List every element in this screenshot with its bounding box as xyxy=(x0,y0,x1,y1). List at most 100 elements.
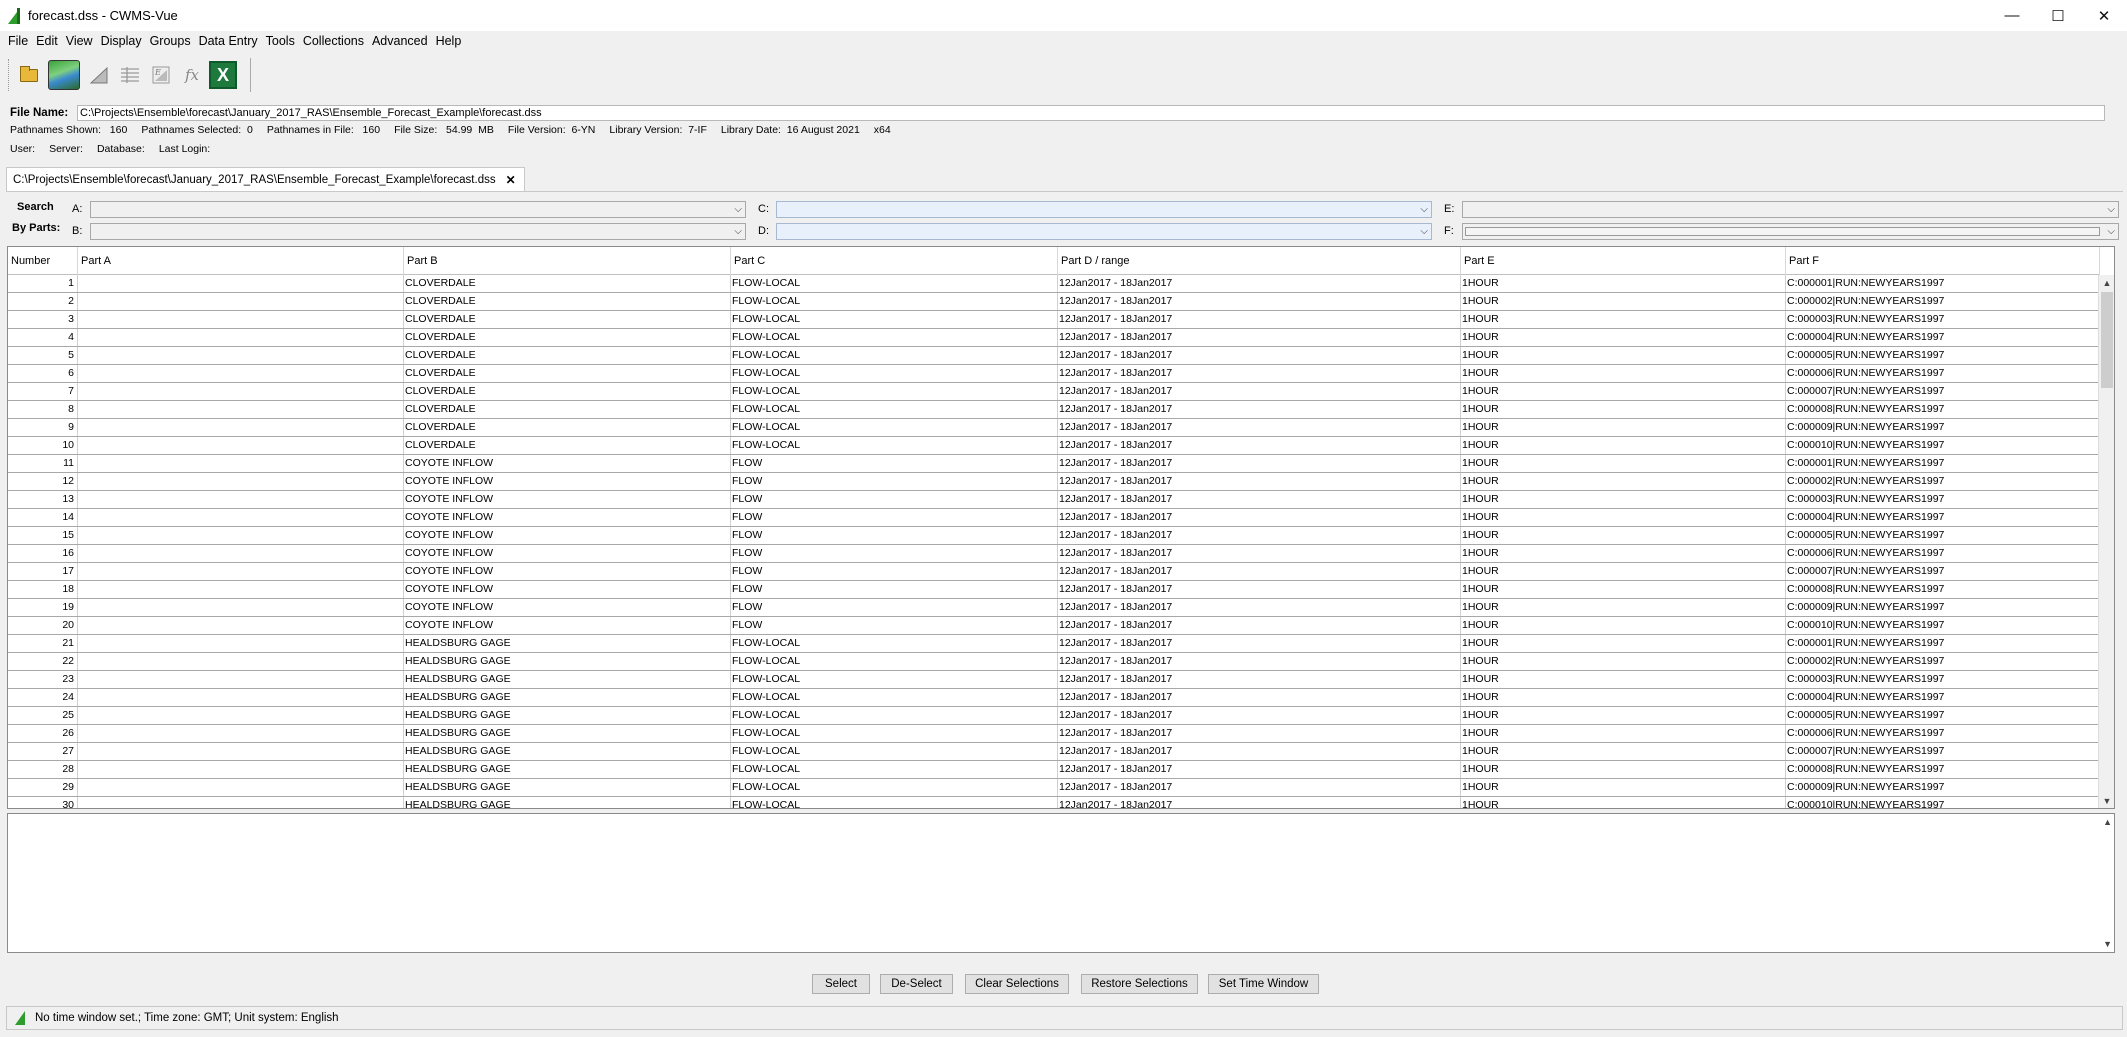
table-row[interactable]: 11 COYOTE INFLOW FLOW 12Jan2017 - 18Jan2017… xyxy=(8,455,2100,473)
table-row[interactable]: 26 HEALDSBURG GAGE FLOW-LOCAL 12Jan2017 - 1… xyxy=(8,725,2100,743)
scroll-up-icon[interactable]: ▲ xyxy=(2103,817,2112,827)
table-row[interactable]: 20 COYOTE INFLOW FLOW 12Jan2017 - 18Jan2017… xyxy=(8,617,2100,635)
table-row[interactable]: 18 COYOTE INFLOW FLOW 12Jan2017 - 18Jan2017… xyxy=(8,581,2100,599)
cell-part-a xyxy=(78,527,404,544)
chevron-down-icon: ⌵ xyxy=(1420,204,1428,215)
scroll-down-icon[interactable]: ▼ xyxy=(2103,939,2112,949)
table-row[interactable]: 17 COYOTE INFLOW FLOW 12Jan2017 - 18Jan2017… xyxy=(8,563,2100,581)
scroll-up-icon[interactable]: ▲ xyxy=(2099,275,2114,291)
menu-groups[interactable]: Groups xyxy=(146,34,195,48)
column-header-part-d[interactable]: Part D / range xyxy=(1058,247,1461,275)
table-row[interactable]: 4 CLOVERDALE FLOW-LOCAL 12Jan2017 - 18Jan20… xyxy=(8,329,2100,347)
table-row[interactable]: 22 HEALDSBURG GAGE FLOW-LOCAL 12Jan2017 - 1… xyxy=(8,653,2100,671)
select-button[interactable]: Select xyxy=(812,974,870,994)
menu-file[interactable]: File xyxy=(4,34,32,48)
chevron-down-icon: ⌵ xyxy=(2107,204,2115,215)
close-tab-icon[interactable]: ✕ xyxy=(506,173,516,187)
close-icon[interactable]: ✕ xyxy=(2081,0,2127,31)
server-label: Server: xyxy=(49,143,83,155)
cell-part-e: 1HOUR xyxy=(1461,437,1786,454)
maximize-icon[interactable]: ☐ xyxy=(2035,0,2081,31)
table-row[interactable]: 9 CLOVERDALE FLOW-LOCAL 12Jan2017 - 18Jan20… xyxy=(8,419,2100,437)
part-f-combo[interactable]: ⌵ xyxy=(1462,223,2119,240)
table-row[interactable]: 25 HEALDSBURG GAGE FLOW-LOCAL 12Jan2017 - 1… xyxy=(8,707,2100,725)
toolbar-grip[interactable] xyxy=(8,59,11,91)
table-row[interactable]: 12 COYOTE INFLOW FLOW 12Jan2017 - 18Jan2017… xyxy=(8,473,2100,491)
table-scrollbar[interactable]: ▲ ▼ xyxy=(2098,275,2114,808)
table-row[interactable]: 16 COYOTE INFLOW FLOW 12Jan2017 - 18Jan2017… xyxy=(8,545,2100,563)
cell-part-d: 12Jan2017 - 18Jan2017 xyxy=(1058,563,1461,580)
menu-collections[interactable]: Collections xyxy=(299,34,368,48)
part-a-combo[interactable]: ⌵ xyxy=(90,201,746,218)
math-button[interactable]: E xyxy=(147,59,175,91)
math-icon: E xyxy=(152,66,170,84)
column-header-part-a[interactable]: Part A xyxy=(78,247,404,275)
table-row[interactable]: 28 HEALDSBURG GAGE FLOW-LOCAL 12Jan2017 - 1… xyxy=(8,761,2100,779)
table-row[interactable]: 1 CLOVERDALE FLOW-LOCAL 12Jan2017 - 18Jan20… xyxy=(8,275,2100,293)
cell-part-f: C:000002|RUN:NEWYEARS1997 xyxy=(1786,293,2100,310)
table-row[interactable]: 23 HEALDSBURG GAGE FLOW-LOCAL 12Jan2017 - 1… xyxy=(8,671,2100,689)
set-time-window-button[interactable]: Set Time Window xyxy=(1208,974,1319,994)
column-header-part-b[interactable]: Part B xyxy=(404,247,731,275)
menu-advanced[interactable]: Advanced xyxy=(368,34,432,48)
table-row[interactable]: 7 CLOVERDALE FLOW-LOCAL 12Jan2017 - 18Jan20… xyxy=(8,383,2100,401)
open-file-button[interactable] xyxy=(15,59,43,91)
cell-part-c: FLOW-LOCAL xyxy=(731,329,1058,346)
excel-button[interactable]: X xyxy=(209,59,237,91)
table-row[interactable]: 30 HEALDSBURG GAGE FLOW-LOCAL 12Jan2017 - 1… xyxy=(8,797,2100,808)
column-header-number[interactable]: Number xyxy=(8,247,78,275)
table-row[interactable]: 13 COYOTE INFLOW FLOW 12Jan2017 - 18Jan2017… xyxy=(8,491,2100,509)
table-row[interactable]: 10 CLOVERDALE FLOW-LOCAL 12Jan2017 - 18Jan2… xyxy=(8,437,2100,455)
table-row[interactable]: 5 CLOVERDALE FLOW-LOCAL 12Jan2017 - 18Jan20… xyxy=(8,347,2100,365)
table-row[interactable]: 15 COYOTE INFLOW FLOW 12Jan2017 - 18Jan2017… xyxy=(8,527,2100,545)
part-e-combo[interactable]: ⌵ xyxy=(1462,201,2119,218)
table-row[interactable]: 2 CLOVERDALE FLOW-LOCAL 12Jan2017 - 18Jan20… xyxy=(8,293,2100,311)
cell-part-e: 1HOUR xyxy=(1461,599,1786,616)
table-row[interactable]: 3 CLOVERDALE FLOW-LOCAL 12Jan2017 - 18Jan20… xyxy=(8,311,2100,329)
menu-view[interactable]: View xyxy=(62,34,97,48)
column-header-part-e[interactable]: Part E xyxy=(1461,247,1786,275)
part-d-combo[interactable]: ⌵ xyxy=(776,223,1432,240)
menu-display[interactable]: Display xyxy=(97,34,146,48)
table-row[interactable]: 27 HEALDSBURG GAGE FLOW-LOCAL 12Jan2017 - 1… xyxy=(8,743,2100,761)
map-button[interactable] xyxy=(46,59,82,91)
table-row[interactable]: 21 HEALDSBURG GAGE FLOW-LOCAL 12Jan2017 - 1… xyxy=(8,635,2100,653)
table-row[interactable]: 19 COYOTE INFLOW FLOW 12Jan2017 - 18Jan2017… xyxy=(8,599,2100,617)
cell-part-f: C:000008|RUN:NEWYEARS1997 xyxy=(1786,581,2100,598)
cell-part-c: FLOW-LOCAL xyxy=(731,671,1058,688)
table-row[interactable]: 29 HEALDSBURG GAGE FLOW-LOCAL 12Jan2017 - 1… xyxy=(8,779,2100,797)
cell-part-a xyxy=(78,401,404,418)
table-row[interactable]: 6 CLOVERDALE FLOW-LOCAL 12Jan2017 - 18Jan20… xyxy=(8,365,2100,383)
table-row[interactable]: 14 COYOTE INFLOW FLOW 12Jan2017 - 18Jan2017… xyxy=(8,509,2100,527)
scroll-thumb[interactable] xyxy=(2101,292,2113,388)
plot-button[interactable] xyxy=(85,59,113,91)
column-header-part-f[interactable]: Part F xyxy=(1786,247,2100,275)
tabulate-button[interactable] xyxy=(116,59,144,91)
menu-edit[interactable]: Edit xyxy=(32,34,62,48)
minimize-icon[interactable]: — xyxy=(1989,0,2035,31)
part-b-combo[interactable]: ⌵ xyxy=(90,223,746,240)
clear-selections-button[interactable]: Clear Selections xyxy=(965,974,1069,994)
part-f-field[interactable] xyxy=(1465,227,2100,236)
cell-part-c: FLOW-LOCAL xyxy=(731,743,1058,760)
menu-data-entry[interactable]: Data Entry xyxy=(195,34,262,48)
table-row[interactable]: 8 CLOVERDALE FLOW-LOCAL 12Jan2017 - 18Jan20… xyxy=(8,401,2100,419)
cell-part-d: 12Jan2017 - 18Jan2017 xyxy=(1058,707,1461,724)
file-tab[interactable]: C:\Projects\Ensemble\forecast\January_20… xyxy=(6,167,525,191)
table-row[interactable]: 24 HEALDSBURG GAGE FLOW-LOCAL 12Jan2017 - 1… xyxy=(8,689,2100,707)
cell-part-c: FLOW-LOCAL xyxy=(731,365,1058,382)
excel-icon: X xyxy=(209,61,237,89)
menu-tools[interactable]: Tools xyxy=(262,34,299,48)
file-name-field[interactable]: C:\Projects\Ensemble\forecast\January_20… xyxy=(77,105,2105,121)
cell-part-b: COYOTE INFLOW xyxy=(404,599,731,616)
scroll-down-icon[interactable]: ▼ xyxy=(2099,793,2114,808)
part-c-label: C: xyxy=(758,203,769,215)
menu-help[interactable]: Help xyxy=(432,34,466,48)
column-header-part-c[interactable]: Part C xyxy=(731,247,1058,275)
detail-pane[interactable]: ▲ ▼ xyxy=(7,813,2115,953)
deselect-button[interactable]: De-Select xyxy=(880,974,953,994)
restore-selections-button[interactable]: Restore Selections xyxy=(1081,974,1198,994)
cell-part-e: 1HOUR xyxy=(1461,563,1786,580)
part-c-combo[interactable]: ⌵ xyxy=(776,201,1432,218)
function-icon[interactable]: fx xyxy=(178,59,206,91)
